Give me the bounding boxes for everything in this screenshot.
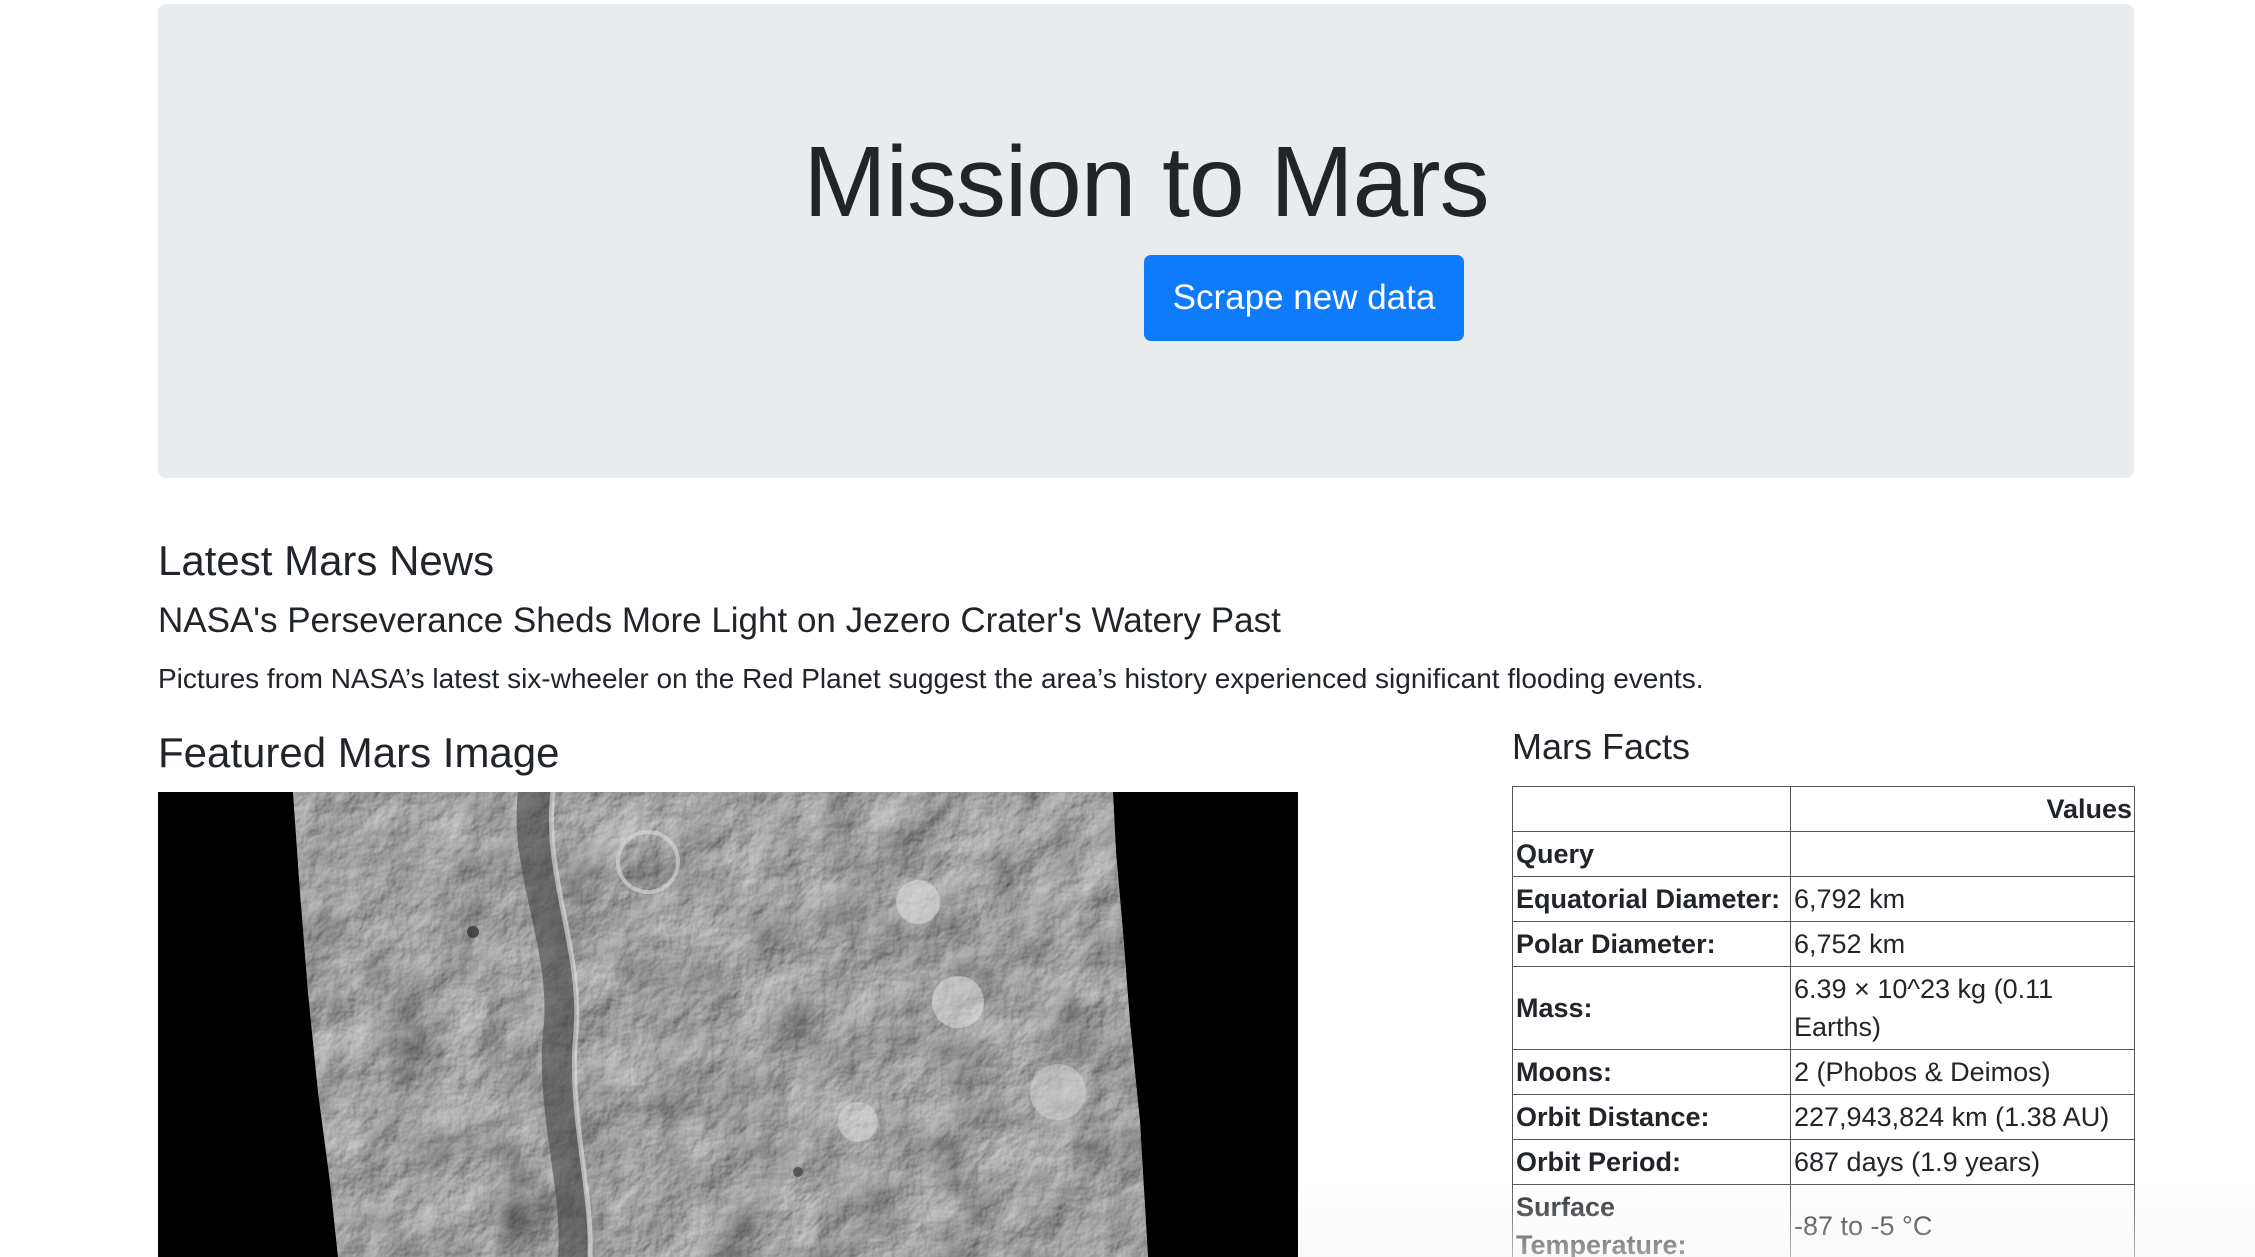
news-title: NASA's Perseverance Sheds More Light on … <box>158 601 1281 640</box>
facts-heading: Mars Facts <box>1512 726 1691 767</box>
fact-value: 687 days (1.9 years) <box>1790 1139 2135 1185</box>
table-row: Moons: 2 (Phobos & Deimos) <box>1512 1049 2135 1095</box>
featured-mars-image <box>158 792 1298 1257</box>
table-row: Surface Temperature: -87 to -5 °C <box>1512 1184 2135 1257</box>
fact-label: Orbit Distance: <box>1512 1094 1791 1140</box>
fact-label: Orbit Period: <box>1512 1139 1791 1185</box>
table-row: Orbit Period: 687 days (1.9 years) <box>1512 1139 2135 1185</box>
fact-label: Moons: <box>1512 1049 1791 1095</box>
mars-facts-table: Values Query Equatorial Diameter: 6,792 … <box>1512 786 2135 1257</box>
fact-label: Mass: <box>1512 966 1791 1050</box>
table-row: Equatorial Diameter: 6,792 km <box>1512 876 2135 922</box>
table-header-blank <box>1790 831 2135 877</box>
page-title: Mission to Mars <box>803 126 1489 238</box>
table-row: Polar Diameter: 6,752 km <box>1512 921 2135 967</box>
fact-value: 6,792 km <box>1790 876 2135 922</box>
news-heading: Latest Mars News <box>158 537 495 584</box>
table-header-query: Query <box>1512 831 1791 877</box>
fact-label: Equatorial Diameter: <box>1512 876 1791 922</box>
jumbotron: Mission to Mars Scrape new data <box>158 4 2134 478</box>
fact-label: Polar Diameter: <box>1512 921 1791 967</box>
page: Mission to Mars Scrape new data Latest M… <box>0 0 2255 1257</box>
table-row: Orbit Distance: 227,943,824 km (1.38 AU) <box>1512 1094 2135 1140</box>
scrape-button[interactable]: Scrape new data <box>1144 255 1464 341</box>
table-index-row: Query <box>1512 831 2135 877</box>
fact-value: 6,752 km <box>1790 921 2135 967</box>
featured-image-heading: Featured Mars Image <box>158 729 560 776</box>
table-header-row: Values <box>1512 786 2135 832</box>
table-row: Mass: 6.39 × 10^23 kg (0.11 Earths) <box>1512 966 2135 1050</box>
fact-value: -87 to -5 °C <box>1790 1184 2135 1257</box>
news-teaser: Pictures from NASA’s latest six-wheeler … <box>158 663 1704 694</box>
fact-value: 6.39 × 10^23 kg (0.11 Earths) <box>1790 966 2135 1050</box>
mars-surface-image <box>158 792 1298 1257</box>
table-header-empty <box>1512 786 1791 832</box>
fact-value: 227,943,824 km (1.38 AU) <box>1790 1094 2135 1140</box>
table-header-values: Values <box>1790 786 2135 832</box>
fact-label: Surface Temperature: <box>1512 1184 1791 1257</box>
fact-value: 2 (Phobos & Deimos) <box>1790 1049 2135 1095</box>
